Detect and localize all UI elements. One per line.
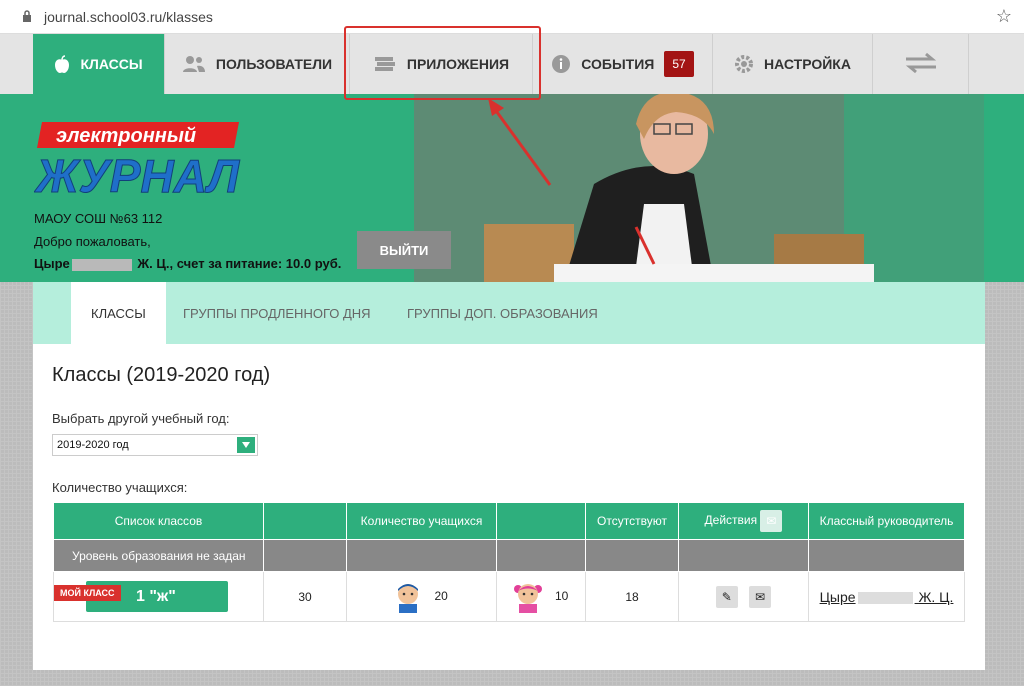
journal-logo: электронный ЖУРНАЛ <box>34 120 244 205</box>
logout-button[interactable]: ВЫЙТИ <box>357 231 451 269</box>
actions-cell: ✎ ✉ <box>678 571 809 622</box>
bookmark-star-icon[interactable]: ☆ <box>996 6 1012 27</box>
chevron-down-icon[interactable] <box>237 437 255 453</box>
classes-table: Список классов Количество учащихся Отсут… <box>53 502 965 622</box>
boys-cell: 20 <box>346 571 497 622</box>
sub-nav: КЛАССЫ ГРУППЫ ПРОДЛЕННОГО ДНЯ ГРУППЫ ДОП… <box>33 282 985 344</box>
apple-icon <box>54 55 70 73</box>
nav-tab-users[interactable]: ПОЛЬЗОВАТЕЛИ <box>165 34 350 94</box>
table-header: Список классов Количество учащихся Отсут… <box>53 502 965 540</box>
year-select-value: 2019-2020 год <box>57 439 129 451</box>
events-count-badge: 57 <box>664 51 694 77</box>
mail-icon[interactable]: ✉ <box>749 585 772 608</box>
nav-label: СОБЫТИЯ <box>581 56 655 72</box>
girl-icon <box>513 583 542 613</box>
girls-count: 10 <box>554 588 569 603</box>
swap-arrows-icon <box>904 52 938 77</box>
nav-label: ПОЛЬЗОВАТЕЛИ <box>215 56 333 72</box>
my-class-ribbon: МОЙ КЛАСС <box>54 585 121 601</box>
nav-tab-settings[interactable]: НАСТРОЙКА <box>713 34 873 94</box>
nav-label: НАСТРОЙКА <box>764 56 851 72</box>
apps-highlight-frame <box>344 26 541 100</box>
redacted-block <box>71 258 132 271</box>
mail-icon[interactable]: ✉ <box>760 510 783 532</box>
subtab-extended-day[interactable]: ГРУППЫ ПРОДЛЕННОГО ДНЯ <box>183 282 371 344</box>
year-label: Выбрать другой учебный год: <box>52 411 230 426</box>
edit-pencil-icon[interactable]: ✎ <box>715 585 738 608</box>
nav-tab-switch[interactable] <box>873 34 969 94</box>
col-header <box>263 502 347 540</box>
subtab-extra-education[interactable]: ГРУППЫ ДОП. ОБРАЗОВАНИЯ <box>407 282 598 344</box>
url-text: journal.school03.ru/klasses <box>44 9 213 25</box>
user-info: Цыре Ж. Ц., счет за питание: 10.0 руб. <box>34 256 341 271</box>
table-group-row: Уровень образования не задан <box>53 539 965 572</box>
user-name-suffix: Ж. Ц., счет за питание: 10.0 руб. <box>137 256 342 271</box>
logo-main-text: ЖУРНАЛ <box>34 150 240 200</box>
girls-cell: 10 <box>496 571 586 622</box>
subtab-classes[interactable]: КЛАССЫ <box>71 282 166 344</box>
lock-icon <box>23 10 31 22</box>
col-header-actions: Действия ✉ <box>678 502 809 540</box>
annotation-arrow-icon <box>488 98 552 186</box>
col-header[interactable]: Отсутствуют <box>585 502 679 540</box>
users-icon <box>182 55 206 73</box>
col-header[interactable]: Список классов <box>53 502 264 540</box>
welcome-text: Добро пожаловать, <box>34 234 151 249</box>
user-name-prefix: Цыре <box>34 256 70 271</box>
teacher-link[interactable]: Цыре Ж. Ц. <box>820 589 954 605</box>
nav-tab-classes[interactable]: КЛАССЫ <box>33 34 165 94</box>
level-label: Уровень образования не задан <box>53 539 264 572</box>
boy-icon <box>398 583 419 613</box>
info-icon <box>551 54 571 74</box>
svg-text:электронный: электронный <box>56 125 196 147</box>
table-row: 1 "ж" 30 20 10 18 ✎ ✉ Цыре Ж. Ц. <box>53 571 965 622</box>
page-title: Классы (2019-2020 год) <box>52 364 271 386</box>
year-select[interactable]: 2019-2020 год <box>52 434 258 456</box>
col-header <box>496 502 586 540</box>
col-header[interactable]: Классный руководитель <box>808 502 965 540</box>
teacher-cell: Цыре Ж. Ц. <box>808 571 965 622</box>
banner-edge <box>984 94 1024 282</box>
nav-tab-events[interactable]: СОБЫТИЯ 57 <box>533 34 713 94</box>
redacted-block <box>857 591 913 604</box>
col-header[interactable]: Количество учащихся <box>346 502 497 540</box>
count-label: Количество учащихся: <box>52 480 188 495</box>
boys-count: 20 <box>434 588 448 603</box>
gear-icon <box>734 54 754 74</box>
absent-count: 18 <box>585 571 679 622</box>
school-name: МАОУ СОШ №63 112 <box>34 211 163 226</box>
nav-label: КЛАССЫ <box>80 56 143 72</box>
total-count: 30 <box>263 571 347 622</box>
